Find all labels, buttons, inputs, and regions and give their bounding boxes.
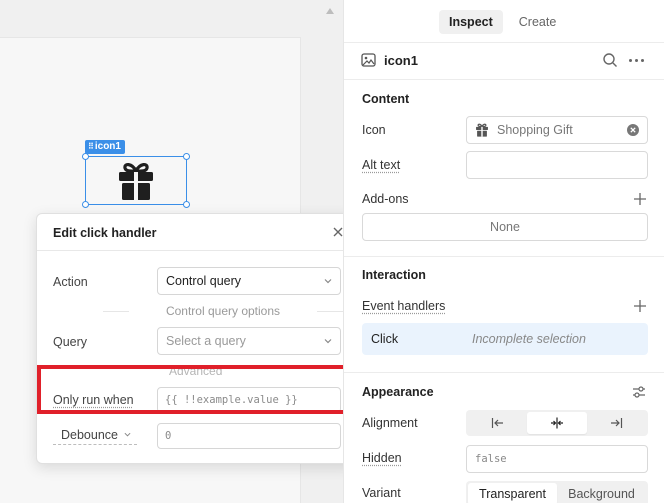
variant-label: Variant <box>362 486 401 500</box>
event-handlers-label: Event handlers <box>362 299 446 313</box>
query-select[interactable]: Select a query <box>157 327 341 355</box>
section-divider-label: Control query options <box>165 304 281 318</box>
add-icon[interactable] <box>634 193 646 205</box>
content-section-title[interactable]: Content <box>362 92 409 106</box>
section-separator <box>344 372 664 373</box>
advanced-section-label[interactable]: Advanced <box>169 364 222 378</box>
icon-picker-value: Shopping Gift <box>497 123 573 137</box>
popover-divider <box>37 250 355 251</box>
clear-icon[interactable] <box>627 124 639 136</box>
component-tag-label: icon1 <box>94 141 121 152</box>
variant-segmented-control: Transparent Background <box>466 481 648 503</box>
inspector-tabs: Inspect Create <box>439 10 566 34</box>
action-label: Action <box>53 275 88 289</box>
debounce-input[interactable]: 0 <box>157 423 341 449</box>
appearance-section-title[interactable]: Appearance <box>362 385 434 399</box>
image-icon <box>361 53 376 67</box>
action-select[interactable]: Control query <box>157 267 341 295</box>
alt-text-input[interactable] <box>466 151 648 179</box>
query-select-placeholder: Select a query <box>166 334 246 348</box>
drag-handle-icon[interactable]: ⠿ <box>88 140 94 154</box>
align-left-button[interactable] <box>468 412 527 434</box>
query-label: Query <box>53 335 88 349</box>
action-select-value: Control query <box>166 274 242 288</box>
chevron-down-icon <box>124 432 131 437</box>
tab-inspect[interactable]: Inspect <box>439 10 503 34</box>
debounce-label: Debounce <box>61 427 118 442</box>
align-left-icon <box>491 418 503 428</box>
alignment-label: Alignment <box>362 416 418 430</box>
edit-click-handler-popover: Edit click handler Action Control query … <box>36 213 356 464</box>
hidden-input[interactable]: false <box>466 445 648 473</box>
search-icon[interactable] <box>602 52 618 68</box>
addons-none-button[interactable]: None <box>362 213 648 241</box>
interaction-section-title[interactable]: Interaction <box>362 268 426 282</box>
component-tag[interactable]: ⠿ icon1 <box>85 140 125 154</box>
component-header: icon1 <box>344 42 664 80</box>
chevron-down-icon <box>324 339 332 344</box>
component-name[interactable]: icon1 <box>384 53 418 68</box>
add-icon[interactable] <box>634 300 646 312</box>
canvas-area[interactable]: ⠿ icon1 Edit click handler Action Contro… <box>0 0 356 503</box>
align-center-button[interactable] <box>527 412 587 434</box>
event-handler-event: Click <box>371 332 399 346</box>
chevron-down-icon <box>324 279 332 284</box>
icon-picker-field[interactable]: Shopping Gift <box>466 116 648 144</box>
resize-handle-top-left[interactable] <box>82 153 89 160</box>
tab-create[interactable]: Create <box>509 10 567 34</box>
only-run-when-input[interactable]: {{ !!example.value }} <box>157 387 341 413</box>
icon-label: Icon <box>362 123 386 137</box>
popover-title: Edit click handler <box>53 226 157 240</box>
hidden-label: Hidden <box>362 451 402 465</box>
alignment-segmented-control <box>466 410 648 436</box>
event-handler-row[interactable]: Click Incomplete selection <box>362 323 648 355</box>
resize-handle-bottom-left[interactable] <box>82 201 89 208</box>
gift-icon <box>476 123 488 137</box>
sliders-icon[interactable] <box>632 385 646 399</box>
only-run-when-label: Only run when <box>53 393 134 407</box>
scroll-up-arrow[interactable] <box>326 8 334 18</box>
align-right-button[interactable] <box>587 412 646 434</box>
variant-transparent-button[interactable]: Transparent <box>468 483 557 503</box>
inspector-panel: Inspect Create icon1 Content Icon Shoppi… <box>343 0 664 503</box>
variant-background-button[interactable]: Background <box>557 483 646 503</box>
gift-icon[interactable] <box>117 161 155 201</box>
align-center-icon <box>550 417 563 429</box>
event-handler-status: Incomplete selection <box>472 332 586 346</box>
section-divider: Control query options <box>103 304 343 318</box>
addons-label: Add-ons <box>362 192 409 206</box>
resize-handle-bottom-right[interactable] <box>183 201 190 208</box>
resize-handle-top-right[interactable] <box>183 153 190 160</box>
more-options-icon[interactable] <box>629 59 644 62</box>
section-separator <box>344 256 664 257</box>
alt-text-label: Alt text <box>362 158 401 172</box>
debounce-dropdown[interactable]: Debounce <box>53 425 137 445</box>
align-right-icon <box>611 418 623 428</box>
